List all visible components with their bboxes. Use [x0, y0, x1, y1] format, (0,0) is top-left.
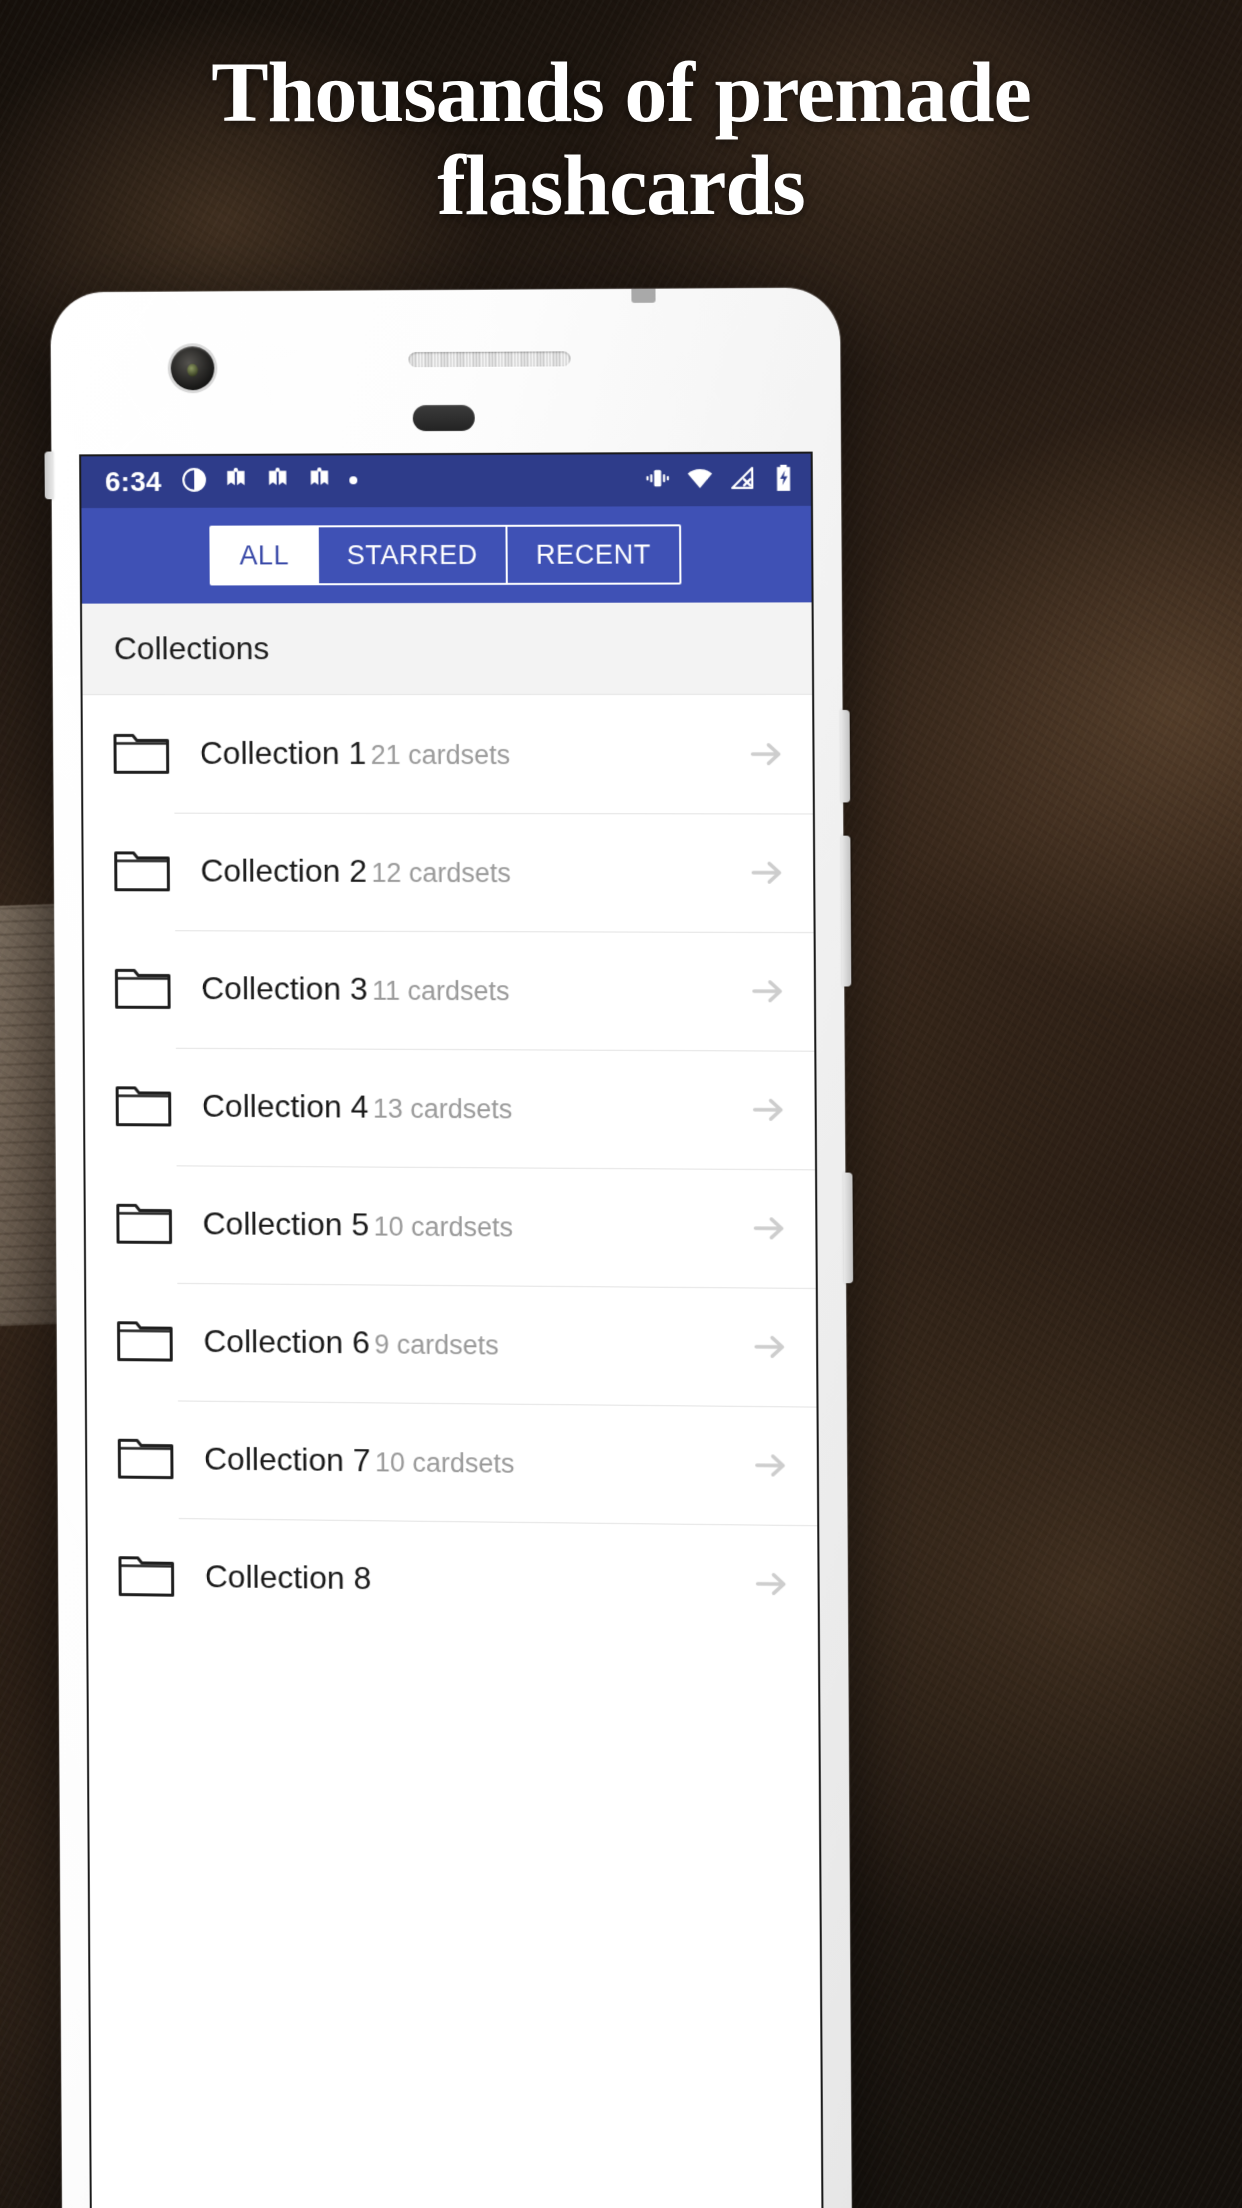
list-item-title: Collection 4	[201, 1087, 369, 1125]
list-item-text: Collection 5 10 cardsets	[203, 1206, 737, 1248]
arrow-right-icon[interactable]	[750, 1445, 791, 1486]
list-item-title: Collection 6	[203, 1323, 370, 1361]
arrow-right-icon[interactable]	[751, 1564, 792, 1605]
list-item-subtitle: 9 cardsets	[374, 1329, 499, 1361]
book-notification-icon	[223, 466, 249, 497]
list-item-subtitle: 11 cardsets	[371, 975, 510, 1007]
list-item-text: Collection 8	[205, 1558, 739, 1602]
phone-button-left[interactable]	[44, 451, 54, 500]
list-item-subtitle: 10 cardsets	[373, 1211, 514, 1243]
folder-icon	[115, 1083, 173, 1129]
list-item-subtitle: 10 cardsets	[374, 1447, 515, 1479]
folder-icon	[114, 966, 172, 1012]
list-item-text: Collection 7 10 cardsets	[204, 1441, 738, 1484]
list-item-subtitle: 21 cardsets	[370, 740, 511, 771]
collections-list: Collection 1 21 cardsets Collection 2 12…	[82, 694, 818, 1644]
list-item[interactable]: Collection 7 10 cardsets	[87, 1400, 817, 1526]
folder-icon	[112, 731, 170, 777]
list-item-text: Collection 6 9 cardsets	[203, 1323, 737, 1365]
book-notification-icon	[307, 466, 333, 497]
folder-icon	[116, 1318, 174, 1364]
list-item-text: Collection 3 11 cardsets	[201, 970, 735, 1010]
status-bar-system-icons	[643, 463, 796, 497]
folder-icon	[115, 1201, 173, 1247]
list-item-title: Collection 3	[201, 970, 368, 1007]
list-item[interactable]: Collection 3 11 cardsets	[84, 930, 814, 1051]
phone-button-power[interactable]	[843, 1172, 854, 1284]
arrow-right-icon[interactable]	[747, 971, 788, 1011]
front-camera-icon	[170, 346, 215, 391]
dot-icon	[349, 472, 359, 490]
phone-mockup: 6:34 ALL STARRED RECENT Collections Coll…	[44, 287, 854, 2208]
tab-recent[interactable]: RECENT	[508, 526, 680, 583]
book-notification-icon	[265, 466, 291, 497]
list-item-title: Collection 1	[199, 735, 367, 772]
arrow-right-icon[interactable]	[747, 853, 788, 893]
arrow-right-icon[interactable]	[746, 734, 787, 774]
list-item[interactable]: Collection 4 13 cardsets	[85, 1047, 815, 1169]
arrow-right-icon[interactable]	[749, 1208, 790, 1248]
earpiece-speaker	[408, 351, 571, 368]
list-item[interactable]: Collection 2 12 cardsets	[83, 813, 813, 933]
list-item-title: Collection 8	[204, 1558, 372, 1597]
list-item-title: Collection 5	[202, 1205, 370, 1243]
status-bar-notification-icons	[181, 466, 359, 498]
phone-body: 6:34 ALL STARRED RECENT Collections Coll…	[44, 287, 854, 2208]
tab-starred[interactable]: STARRED	[318, 526, 509, 584]
app-bar: ALL STARRED RECENT	[81, 505, 812, 604]
arrow-right-icon[interactable]	[748, 1090, 789, 1130]
arrow-right-icon[interactable]	[749, 1327, 790, 1368]
battery-charging-icon	[770, 463, 796, 496]
list-item-subtitle: 13 cardsets	[372, 1093, 513, 1125]
list-item[interactable]: Collection 6 9 cardsets	[86, 1282, 816, 1406]
camera-lens-dot	[187, 363, 199, 377]
phone-button-volume-up[interactable]	[840, 709, 851, 803]
folder-icon	[113, 848, 171, 894]
tab-all[interactable]: ALL	[211, 527, 320, 584]
sensor-pill	[412, 404, 475, 432]
phone-button-volume-down[interactable]	[841, 835, 852, 987]
no-sim-signal-icon	[728, 463, 756, 496]
folder-icon	[117, 1436, 175, 1482]
list-item[interactable]: Collection 1 21 cardsets	[83, 695, 813, 814]
status-bar-clock: 6:34	[104, 466, 162, 498]
moon-phase-icon	[181, 466, 207, 497]
list-item-text: Collection 1 21 cardsets	[200, 735, 734, 773]
list-item-title: Collection 2	[200, 852, 367, 889]
folder-icon	[117, 1553, 175, 1600]
promo-headline: Thousands of premade flashcards	[211, 44, 1032, 233]
list-item-text: Collection 4 13 cardsets	[202, 1088, 736, 1129]
list-item[interactable]: Collection 5 10 cardsets	[85, 1165, 815, 1288]
list-item[interactable]: Collection 8	[88, 1517, 818, 1644]
list-item-subtitle: 12 cardsets	[371, 857, 511, 889]
phone-top-notch	[631, 288, 656, 303]
section-header-collections: Collections	[82, 602, 813, 696]
wifi-full-icon	[686, 464, 714, 497]
android-status-bar: 6:34	[81, 453, 811, 509]
list-item-title: Collection 7	[204, 1440, 371, 1479]
vibrate-icon	[643, 464, 671, 497]
tab-segmented-control[interactable]: ALL STARRED RECENT	[209, 524, 682, 586]
list-item-text: Collection 2 12 cardsets	[200, 853, 734, 892]
phone-screen: 6:34 ALL STARRED RECENT Collections Coll…	[81, 453, 822, 2208]
